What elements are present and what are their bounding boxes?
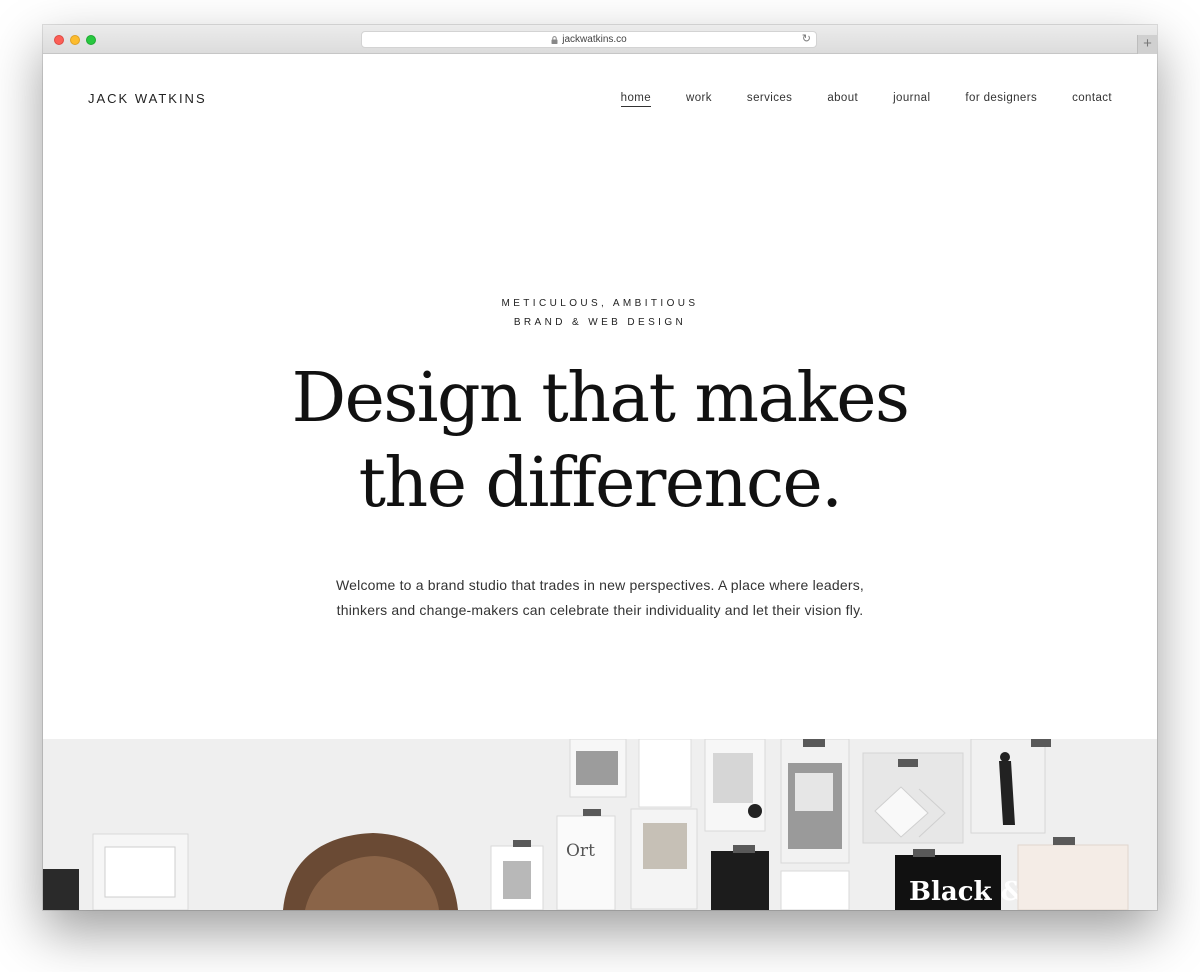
minimize-window-button[interactable] [70, 35, 80, 45]
lock-icon [551, 35, 558, 44]
hero-headline-line2: the difference. [358, 444, 843, 523]
browser-titlebar: jackwatkins.co ↻ + [43, 25, 1157, 54]
nav-item-services[interactable]: services [747, 92, 792, 107]
nav-item-for-designers[interactable]: for designers [965, 92, 1037, 107]
nav-item-about[interactable]: about [827, 92, 858, 107]
reload-icon[interactable]: ↻ [802, 34, 811, 45]
nav-item-work[interactable]: work [686, 92, 712, 107]
svg-text:Ort: Ort [566, 841, 595, 861]
web-page: JACK WATKINS home work services about jo… [43, 54, 1157, 910]
address-bar[interactable]: jackwatkins.co ↻ [361, 31, 817, 48]
new-tab-button[interactable]: + [1137, 35, 1157, 54]
plus-icon: + [1143, 35, 1152, 52]
site-logo[interactable]: JACK WATKINS [88, 91, 207, 106]
hero-headline-line1: Design that makes [291, 359, 910, 438]
browser-window: jackwatkins.co ↻ + JACK WATKINS home wor… [43, 25, 1157, 910]
nav-item-journal[interactable]: journal [893, 92, 930, 107]
photo-poster-text: Black & [909, 877, 1024, 907]
hero-eyebrow-line2: BRAND & WEB DESIGN [513, 317, 687, 328]
hero-intro-line2: thinkers and change-makers can celebrate… [336, 602, 864, 618]
hero-eyebrow-line1: METICULOUS, AMBITIOUS [501, 298, 699, 309]
zoom-window-button[interactable] [86, 35, 96, 45]
hero-studio-photo: Ort Black & [43, 739, 1157, 910]
hero-intro-line1: Welcome to a brand studio that trades in… [335, 577, 864, 593]
nav-item-contact[interactable]: contact [1072, 92, 1112, 107]
main-nav: home work services about journal for des… [620, 92, 1112, 107]
nav-item-home[interactable]: home [620, 92, 652, 107]
url-text: jackwatkins.co [562, 34, 627, 45]
close-window-button[interactable] [54, 35, 64, 45]
